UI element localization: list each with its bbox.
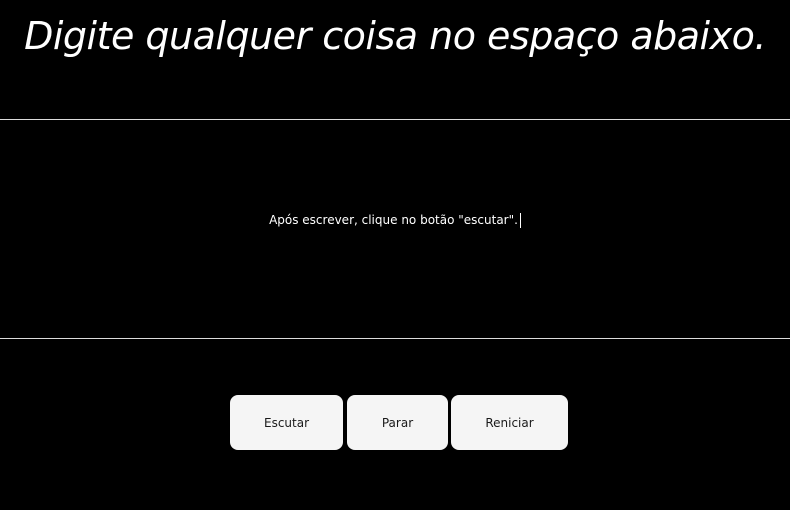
control-buttons: Escutar Parar Reniciar xyxy=(0,395,790,450)
restart-button[interactable]: Reniciar xyxy=(451,395,568,450)
text-input-value: Após escrever, clique no botão "escutar"… xyxy=(269,213,518,227)
stop-button[interactable]: Parar xyxy=(347,395,448,450)
listen-button[interactable]: Escutar xyxy=(230,395,343,450)
text-caret xyxy=(519,212,521,228)
text-input-area[interactable]: Após escrever, clique no botão "escutar"… xyxy=(0,119,790,339)
page-title: Digite qualquer coisa no espaço abaixo. xyxy=(24,14,766,58)
